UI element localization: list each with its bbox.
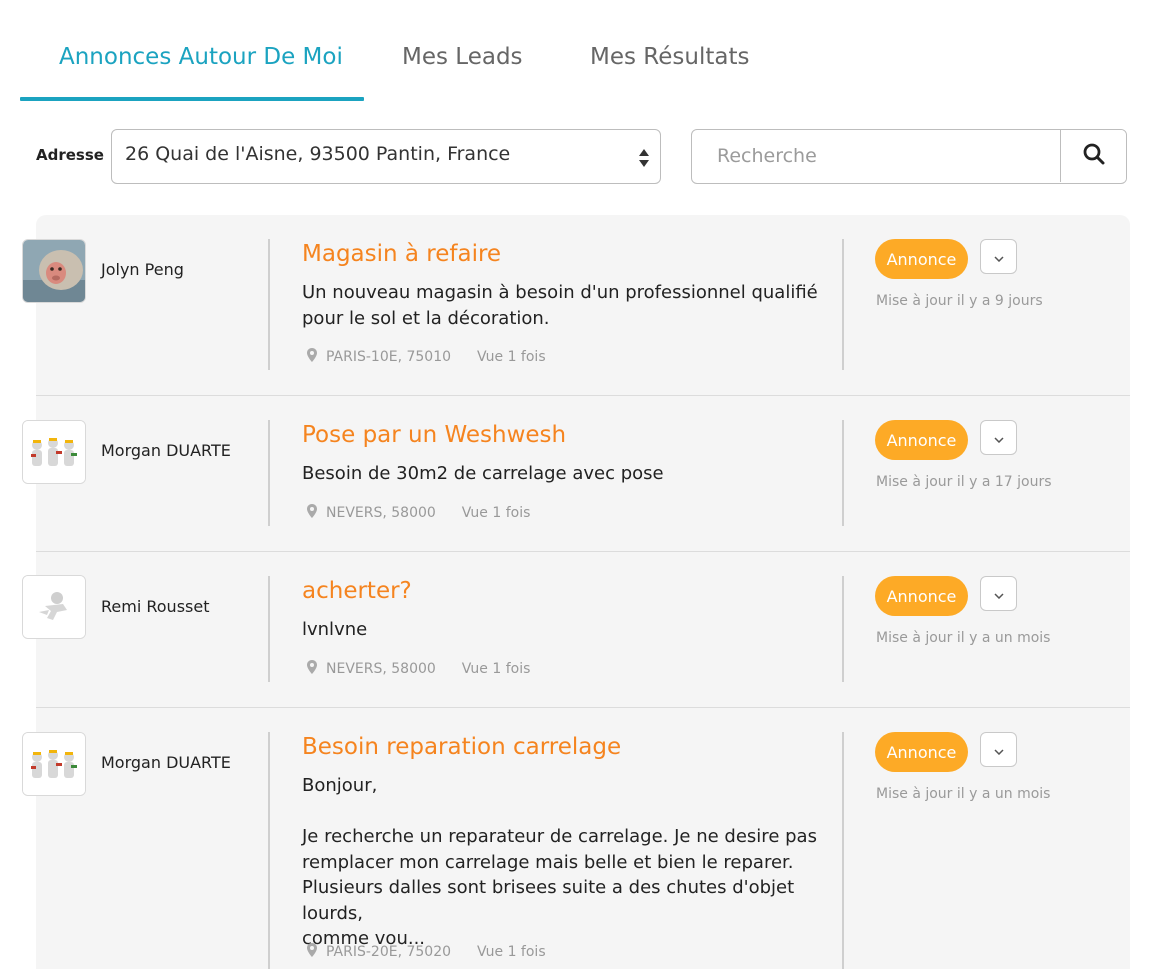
divider [268, 732, 270, 969]
lead-meta: NEVERS, 58000 Vue 1 fois [307, 660, 530, 678]
select-arrows-icon [638, 145, 650, 171]
divider [268, 420, 270, 526]
location-pin-icon [307, 348, 317, 366]
lead-author[interactable]: Jolyn Peng [101, 260, 184, 279]
lead-location: PARIS-10E, 75010 [326, 349, 452, 365]
avatar[interactable] [22, 575, 86, 639]
lead-description: Bonjour, Je recherche un reparateur de c… [302, 775, 817, 949]
chevron-down-icon [993, 428, 1004, 447]
lead-updated: Mise à jour il y a 9 jours [876, 293, 1043, 309]
lead-card: Morgan DUARTE Pose par un Weshwesh Besoi… [0, 396, 1130, 552]
divider [842, 239, 844, 370]
divider [842, 732, 844, 969]
location-pin-icon [307, 660, 317, 678]
divider [842, 420, 844, 526]
tab-mes-resultats[interactable]: Mes Résultats [590, 44, 749, 70]
lead-author[interactable]: Morgan DUARTE [101, 753, 231, 772]
chevron-down-icon [993, 740, 1004, 759]
lead-card: Remi Rousset acherter? lvnlvne NEVERS, 5… [0, 552, 1130, 708]
lead-location: PARIS-20E, 75020 [326, 944, 452, 960]
lead-author[interactable]: Remi Rousset [101, 597, 209, 616]
lead-description: Un nouveau magasin à besoin d'un profess… [302, 282, 818, 329]
options-dropdown-button[interactable] [980, 239, 1017, 274]
lead-card: Morgan DUARTE Besoin reparation carrelag… [0, 708, 1130, 969]
options-dropdown-button[interactable] [980, 420, 1017, 455]
lead-description: Besoin de 30m2 de carrelage avec pose [302, 463, 664, 484]
lead-title[interactable]: Besoin reparation carrelage [302, 734, 621, 760]
lead-card: Jolyn Peng Magasin à refaire Un nouveau … [0, 215, 1130, 396]
lead-meta: PARIS-10E, 75010 Vue 1 fois [307, 348, 546, 366]
location-pin-icon [307, 943, 317, 961]
chevron-down-icon [993, 584, 1004, 603]
lead-views: Vue 1 fois [461, 661, 531, 677]
options-dropdown-button[interactable] [980, 576, 1017, 611]
lead-views: Vue 1 fois [477, 349, 546, 365]
chevron-down-icon [993, 247, 1004, 266]
search-input[interactable] [692, 130, 1060, 182]
lead-title[interactable]: Pose par un Weshwesh [302, 422, 566, 448]
tab-annonces-autour-de-moi[interactable]: Annonces Autour De Moi [59, 44, 343, 70]
tab-mes-leads[interactable]: Mes Leads [402, 44, 523, 70]
active-tab-indicator [20, 97, 364, 101]
lead-meta: PARIS-20E, 75020 Vue 1 fois [307, 943, 546, 961]
avatar[interactable] [22, 732, 86, 796]
lead-updated: Mise à jour il y a un mois [876, 786, 1051, 802]
lead-author[interactable]: Morgan DUARTE [101, 441, 231, 460]
annonce-badge[interactable]: Annonce [875, 239, 968, 279]
address-select[interactable]: 26 Quai de l'Aisne, 93500 Pantin, France [111, 129, 661, 184]
lead-meta: NEVERS, 58000 Vue 1 fois [307, 504, 530, 522]
annonce-badge[interactable]: Annonce [875, 420, 968, 460]
address-label: Adresse [36, 146, 104, 164]
address-value: 26 Quai de l'Aisne, 93500 Pantin, France [125, 143, 511, 165]
divider [842, 576, 844, 682]
lead-description: lvnlvne [302, 619, 368, 640]
lead-location: NEVERS, 58000 [326, 505, 436, 521]
lead-updated: Mise à jour il y a 17 jours [876, 474, 1052, 490]
lead-views: Vue 1 fois [477, 944, 546, 960]
avatar[interactable] [22, 420, 86, 484]
lead-title[interactable]: Magasin à refaire [302, 241, 501, 267]
search-icon [1083, 143, 1105, 169]
tab-bar: Annonces Autour De Moi Mes Leads Mes Rés… [20, 0, 760, 101]
lead-updated: Mise à jour il y a un mois [876, 630, 1051, 646]
annonce-badge[interactable]: Annonce [875, 576, 968, 616]
location-pin-icon [307, 504, 317, 522]
lead-title[interactable]: acherter? [302, 578, 412, 604]
search-button[interactable] [1060, 130, 1126, 182]
lead-views: Vue 1 fois [461, 505, 531, 521]
options-dropdown-button[interactable] [980, 732, 1017, 767]
divider [268, 576, 270, 682]
avatar[interactable] [22, 239, 86, 303]
divider [268, 239, 270, 370]
annonce-badge[interactable]: Annonce [875, 732, 968, 772]
lead-location: NEVERS, 58000 [326, 661, 436, 677]
search-box [691, 129, 1127, 184]
